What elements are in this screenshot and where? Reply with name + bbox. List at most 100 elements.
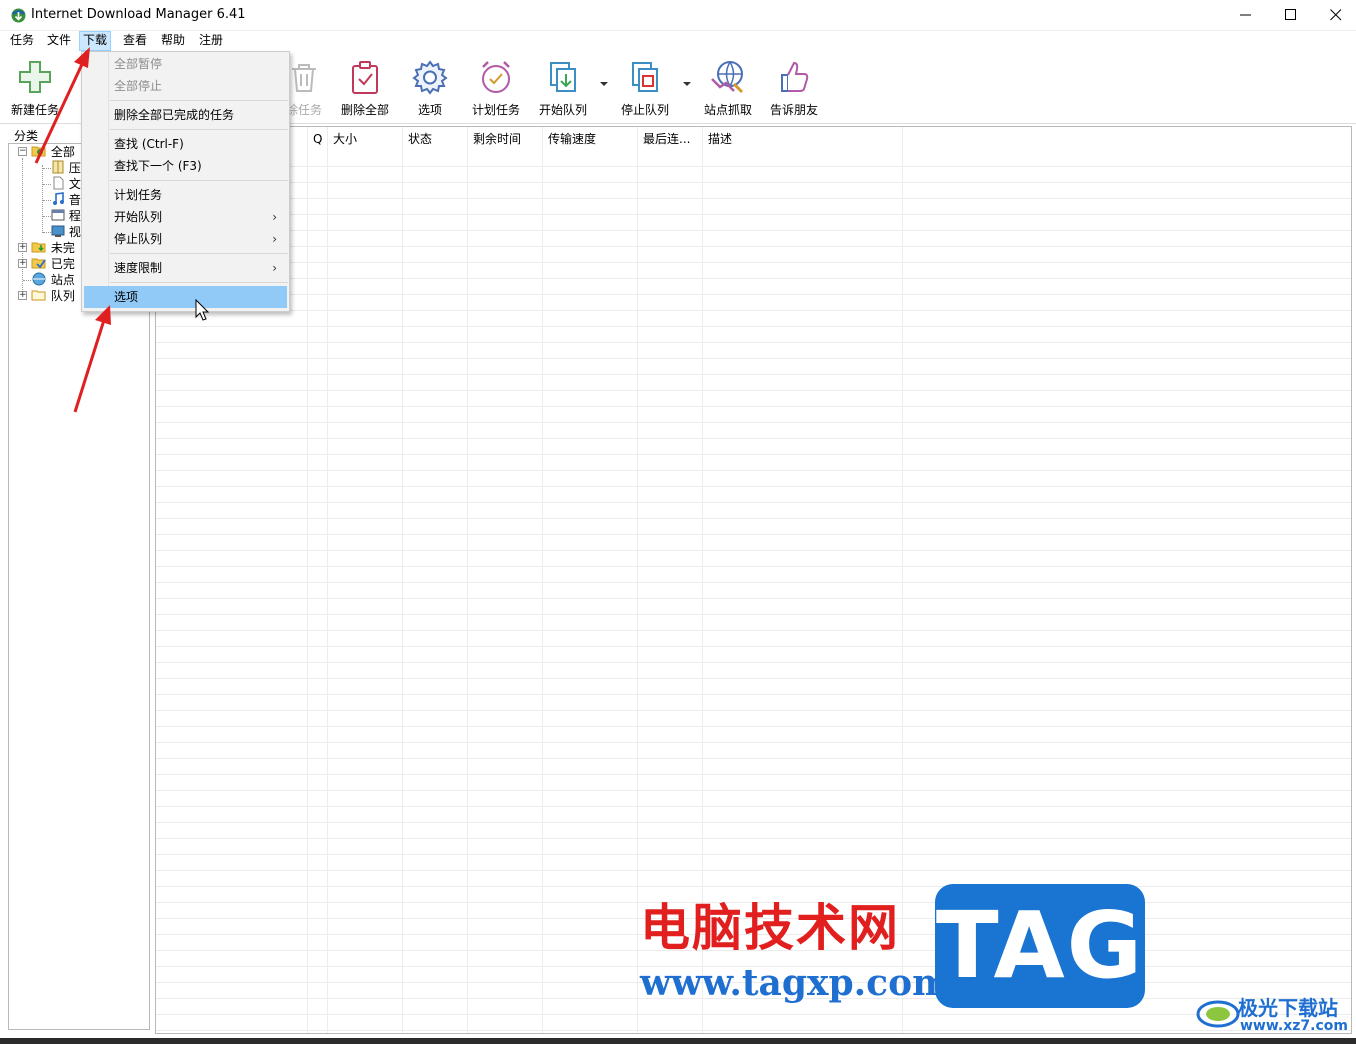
folder-icon — [31, 290, 46, 301]
site-icon — [32, 272, 46, 286]
options-button[interactable]: 选项 — [408, 57, 452, 121]
start-queue-dropdown-arrow[interactable] — [600, 82, 608, 86]
menu-download[interactable]: 下载 — [79, 31, 112, 51]
category-compressed-label: 压 — [68, 161, 81, 175]
delete-all-button[interactable]: 删除全部 — [336, 57, 394, 121]
program-icon — [51, 209, 65, 221]
watermark2-site-url: www.xz7.com — [1240, 1018, 1348, 1034]
category-unfinished[interactable]: 未完 — [31, 240, 75, 256]
start-queue-button[interactable]: 开始队列 — [535, 57, 591, 121]
archive-icon — [52, 160, 64, 174]
stop-queue-button[interactable]: 停止队列 — [617, 57, 673, 121]
category-video[interactable]: 视 — [51, 224, 81, 240]
menu-help[interactable]: 帮助 — [158, 31, 188, 51]
column-header-last-try[interactable]: 最后连... — [637, 127, 690, 151]
menu-find-next[interactable]: 查找下一个 (F3) — [84, 155, 287, 177]
menu-delete-completed[interactable]: 删除全部已完成的任务 — [84, 104, 287, 126]
site-grabber-icon — [711, 61, 744, 94]
gear-icon — [412, 60, 448, 95]
menu-file[interactable]: 文件 — [44, 31, 74, 51]
menu-pause-all[interactable]: 全部暂停 — [84, 53, 287, 75]
category-finished[interactable]: 已完 — [31, 256, 75, 272]
close-button[interactable] — [1313, 0, 1356, 31]
title-bar: Internet Download Manager 6.41 — [0, 0, 1356, 31]
folder-check-icon — [31, 258, 46, 269]
expand-finished-toggle[interactable]: + — [18, 259, 27, 268]
expand-all-toggle[interactable]: − — [18, 147, 27, 156]
category-queues-label: 队列 — [50, 289, 75, 303]
minimize-button[interactable] — [1223, 0, 1269, 31]
menu-view[interactable]: 查看 — [120, 31, 150, 51]
stop-queue-icon — [632, 62, 658, 92]
options-label: 选项 — [417, 103, 442, 117]
thumbs-up-icon — [781, 61, 809, 92]
site-grabber-label: 站点抓取 — [703, 103, 752, 117]
menu-stop-all[interactable]: 全部停止 — [84, 75, 287, 97]
category-sites-label: 站点 — [50, 273, 75, 287]
scheduler-button[interactable]: 计划任务 — [468, 57, 524, 121]
watermark-tag-logo: TAG — [935, 884, 1145, 1008]
menu-start-queue-label: 开始队列 — [114, 210, 163, 224]
column-header-time-left[interactable]: 剩余时间 — [467, 127, 521, 151]
menu-stop-queue[interactable]: 停止队列 › — [84, 228, 287, 250]
site-grabber-button[interactable]: 站点抓取 — [700, 57, 756, 121]
clipboard-delete-icon — [352, 61, 378, 94]
alarm-clock-icon — [482, 61, 510, 93]
window-title: Internet Download Manager 6.41 — [31, 7, 246, 22]
tell-friend-label: 告诉朋友 — [769, 103, 818, 117]
category-sites[interactable]: 站点 — [31, 272, 75, 288]
category-music[interactable]: 音 — [51, 192, 81, 208]
menu-bar: 任务 文件 下载 查看 帮助 注册 — [0, 31, 1356, 51]
stop-queue-dropdown-arrow[interactable] — [683, 82, 691, 86]
category-finished-label: 已完 — [50, 257, 75, 271]
taskbar-edge — [0, 1038, 1356, 1044]
music-note-icon — [53, 192, 64, 205]
download-menu: 全部暂停 全部停止 删除全部已完成的任务 查找 (Ctrl-F) 查找下一个 (… — [81, 51, 290, 312]
column-header-status[interactable]: 状态 — [402, 127, 432, 151]
idm-logo-icon — [11, 8, 26, 23]
column-header-transfer-rate[interactable]: 传输速度 — [542, 127, 596, 151]
menu-find[interactable]: 查找 (Ctrl-F) — [84, 133, 287, 155]
xz7-logo-icon — [1196, 1000, 1240, 1028]
column-header-size[interactable]: 大小 — [327, 127, 357, 151]
category-video-label: 视 — [68, 225, 81, 239]
category-queues[interactable]: 队列 — [31, 288, 75, 304]
category-documents[interactable]: 文 — [51, 176, 81, 192]
category-all[interactable]: 全部 — [31, 144, 75, 160]
maximize-button[interactable] — [1268, 0, 1314, 31]
menu-start-queue[interactable]: 开始队列 › — [84, 206, 287, 228]
category-all-label: 全部 — [50, 145, 75, 159]
menu-options[interactable]: 选项 — [84, 286, 287, 308]
column-header-description[interactable]: 描述 — [702, 127, 732, 151]
submenu-arrow-icon: › — [272, 232, 277, 246]
submenu-arrow-icon: › — [272, 210, 277, 224]
menu-scheduler[interactable]: 计划任务 — [84, 184, 287, 206]
menu-stop-queue-label: 停止队列 — [114, 232, 163, 246]
new-task-label: 新建任务 — [10, 103, 59, 117]
menu-register[interactable]: 注册 — [196, 31, 226, 51]
category-programs-label: 程 — [68, 209, 81, 223]
plus-icon — [19, 61, 51, 93]
category-compressed[interactable]: 压 — [51, 160, 81, 176]
category-documents-label: 文 — [68, 177, 81, 191]
menu-task[interactable]: 任务 — [7, 31, 37, 51]
watermark2-site-name: 极光下载站 — [1238, 996, 1338, 1020]
column-header-queue[interactable]: Q — [307, 127, 322, 151]
video-icon — [51, 225, 65, 237]
expand-unfinished-toggle[interactable]: + — [18, 243, 27, 252]
new-task-button[interactable]: 新建任务 — [6, 57, 64, 121]
start-queue-icon — [550, 62, 576, 92]
expand-queues-toggle[interactable]: + — [18, 291, 27, 300]
document-icon — [53, 176, 64, 190]
folder-download-icon — [31, 242, 46, 253]
menu-speed-limiter[interactable]: 速度限制 › — [84, 257, 287, 279]
tell-friend-button[interactable]: 告诉朋友 — [766, 57, 822, 121]
category-title: 分类 — [14, 129, 39, 143]
category-unfinished-label: 未完 — [50, 241, 75, 255]
submenu-arrow-icon: › — [272, 261, 277, 275]
category-programs[interactable]: 程 — [51, 208, 81, 224]
trash-icon — [292, 64, 316, 92]
start-queue-label: 开始队列 — [538, 103, 587, 117]
category-music-label: 音 — [68, 193, 81, 207]
scheduler-label: 计划任务 — [471, 103, 520, 117]
